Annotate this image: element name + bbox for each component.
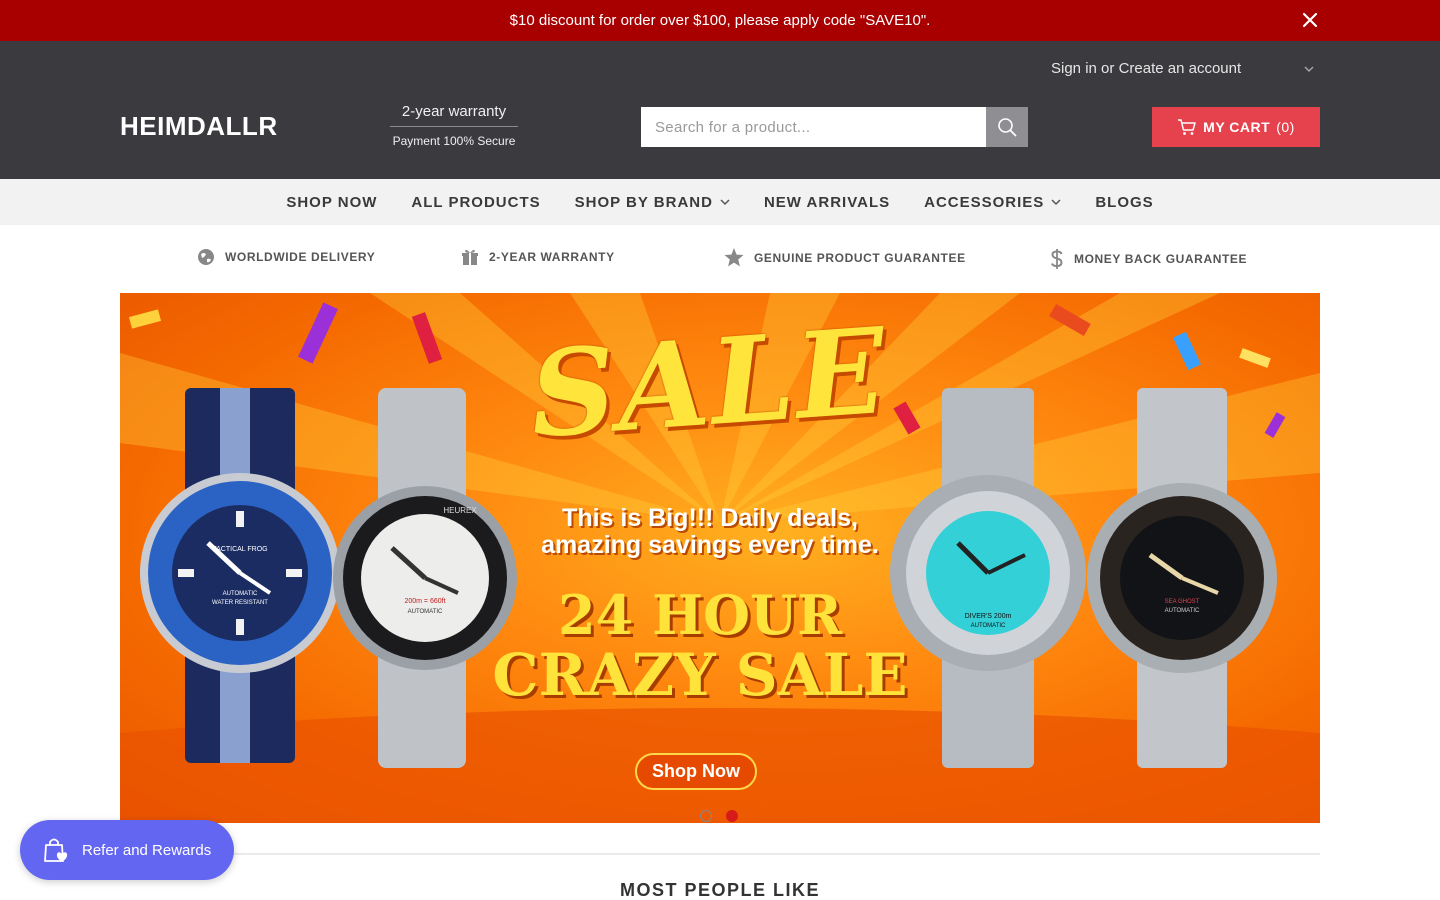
banner-sale-heading: SALE	[525, 300, 893, 465]
dollar-icon	[1051, 249, 1063, 269]
cart-label: MY CART	[1203, 119, 1271, 135]
nav-new-arrivals[interactable]: NEW ARRIVALS	[747, 194, 907, 211]
refer-rewards-button[interactable]: Refer and Rewards	[20, 820, 234, 880]
sign-in-link[interactable]: Sign in	[1051, 60, 1097, 77]
account-or-text: or	[1101, 60, 1115, 77]
globe-icon	[198, 249, 214, 265]
account-links: Sign in or Create an account	[1051, 60, 1314, 77]
svg-text:200m = 660ft: 200m = 660ft	[404, 598, 445, 605]
cart-button[interactable]: MY CART (0)	[1152, 107, 1320, 147]
announcement-text: $10 discount for order over $100, please…	[509, 12, 931, 29]
warranty-title: 2-year warranty	[390, 103, 518, 127]
svg-text:SEA GHOST: SEA GHOST	[1165, 599, 1200, 605]
search-icon	[998, 118, 1017, 137]
svg-text:AUTOMATIC: AUTOMATIC	[971, 623, 1006, 629]
chevron-down-icon	[720, 199, 730, 206]
warranty-block: 2-year warranty Payment 100% Secure	[390, 103, 518, 148]
chevron-down-icon	[1051, 199, 1061, 206]
section-title: MOST PEOPLE LIKE	[619, 880, 821, 900]
slider-dot-1[interactable]	[700, 810, 712, 822]
chevron-down-icon[interactable]	[1303, 64, 1315, 74]
feature-genuine-product: GENUINE PRODUCT GUARANTEE	[724, 248, 966, 267]
banner-headline-1: 24 HOUR	[558, 583, 842, 647]
site-header: Sign in or Create an account HEIMDALLR 2…	[0, 41, 1440, 179]
feature-2-year-warranty: 2-YEAR WARRANTY	[461, 248, 615, 266]
svg-text:HEUREX: HEUREX	[443, 506, 477, 515]
announcement-bar: $10 discount for order over $100, please…	[0, 0, 1440, 41]
cart-count: (0)	[1276, 119, 1295, 135]
banner-headline-2: CRAZY SALE	[492, 641, 908, 709]
site-logo[interactable]: HEIMDALLR	[120, 111, 278, 142]
banner-shop-now-button[interactable]: Shop Now	[635, 753, 757, 790]
refer-rewards-label: Refer and Rewards	[82, 841, 212, 859]
slider-dot-2[interactable]	[726, 810, 738, 822]
search-button[interactable]	[986, 107, 1028, 147]
search-input[interactable]	[641, 107, 986, 147]
svg-text:WATER RESISTANT: WATER RESISTANT	[212, 600, 268, 606]
nav-blogs[interactable]: BLOGS	[1078, 194, 1170, 211]
create-account-link[interactable]: Create an account	[1119, 60, 1242, 77]
feature-strip: WORLDWIDE DELIVERY 2-YEAR WARRANTY GENUI…	[0, 246, 1440, 272]
nav-accessories[interactable]: ACCESSORIES	[907, 194, 1078, 211]
svg-text:TACTICAL FROG: TACTICAL FROG	[212, 546, 267, 553]
svg-text:DIVER'S 200m: DIVER'S 200m	[965, 613, 1012, 620]
feature-worldwide-delivery: WORLDWIDE DELIVERY	[197, 248, 375, 266]
svg-text:AUTOMATIC: AUTOMATIC	[1165, 608, 1200, 614]
svg-text:AUTOMATIC: AUTOMATIC	[408, 609, 443, 615]
nav-all-products[interactable]: ALL PRODUCTS	[394, 194, 557, 211]
search-bar	[641, 107, 1028, 147]
feature-money-back: MONEY BACK GUARANTEE	[1050, 248, 1247, 270]
slider-dots	[700, 810, 738, 822]
svg-text:AUTOMATIC: AUTOMATIC	[223, 591, 258, 597]
cart-icon	[1178, 119, 1196, 135]
shopping-bag-heart-icon	[44, 838, 68, 862]
star-icon	[724, 248, 744, 267]
hero-banner[interactable]: TACTICAL FROG AUTOMATIC WATER RESISTANT …	[120, 293, 1320, 823]
nav-shop-now[interactable]: SHOP NOW	[269, 194, 394, 211]
banner-tagline: This is Big!!! Daily deals, amazing savi…	[541, 504, 879, 559]
section-divider	[232, 853, 1320, 855]
gift-icon	[462, 249, 478, 265]
close-icon[interactable]	[1300, 10, 1320, 30]
payment-secure-text: Payment 100% Secure	[392, 134, 516, 148]
nav-shop-by-brand[interactable]: SHOP BY BRAND	[558, 194, 747, 211]
main-nav: SHOP NOW ALL PRODUCTS SHOP BY BRAND NEW …	[0, 179, 1440, 225]
